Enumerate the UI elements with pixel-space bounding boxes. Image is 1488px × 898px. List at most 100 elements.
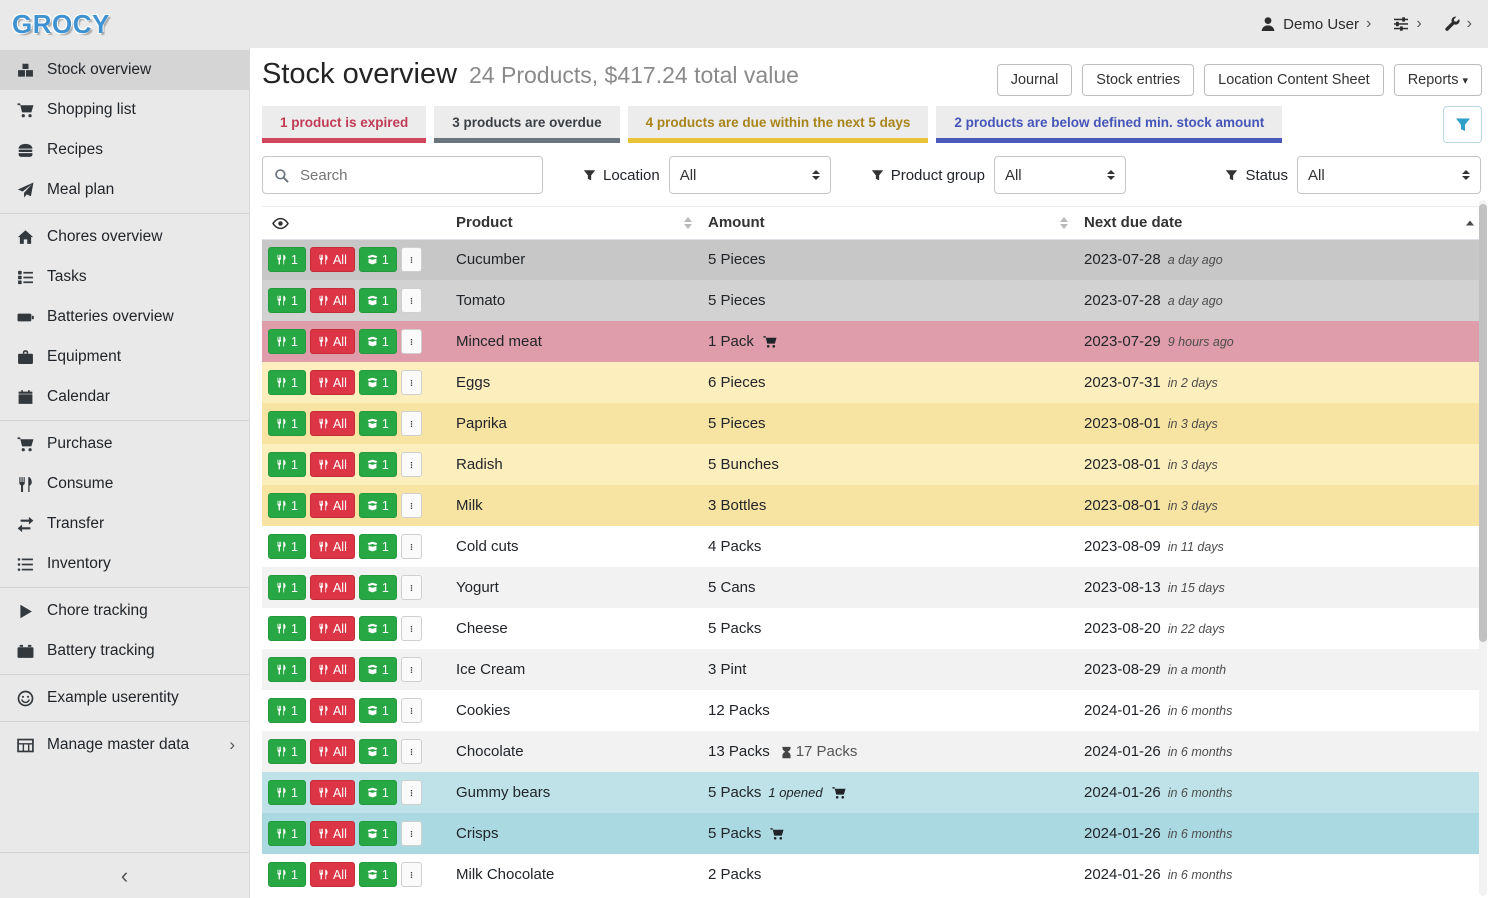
search-input[interactable] xyxy=(298,166,531,185)
open-one-button[interactable]: 1 xyxy=(359,780,397,805)
consume-one-button[interactable]: 1 xyxy=(268,247,306,272)
consume-all-button[interactable]: All xyxy=(310,862,355,887)
row-menu-button[interactable] xyxy=(401,575,422,600)
consume-one-button[interactable]: 1 xyxy=(268,862,306,887)
consume-one-button[interactable]: 1 xyxy=(268,739,306,764)
sidebar-item-battery-tracking[interactable]: Battery tracking › xyxy=(0,631,249,671)
open-one-button[interactable]: 1 xyxy=(359,452,397,477)
location-select[interactable]: All xyxy=(669,156,831,194)
open-one-button[interactable]: 1 xyxy=(359,698,397,723)
sidebar-collapse-button[interactable]: ‹ xyxy=(0,852,249,898)
row-menu-button[interactable] xyxy=(401,534,422,559)
consume-all-button[interactable]: All xyxy=(310,780,355,805)
sidebar-item-manage-master-data[interactable]: Manage master data › xyxy=(0,725,249,765)
consume-all-button[interactable]: All xyxy=(310,452,355,477)
journal-button[interactable]: Journal xyxy=(997,64,1073,96)
consume-all-button[interactable]: All xyxy=(310,493,355,518)
consume-all-button[interactable]: All xyxy=(310,329,355,354)
settings-menu[interactable]: › xyxy=(1393,16,1421,32)
open-one-button[interactable]: 1 xyxy=(359,247,397,272)
consume-one-button[interactable]: 1 xyxy=(268,698,306,723)
status-banner-2-products-are-below-defined-m[interactable]: 2 products are below defined min. stock … xyxy=(936,106,1282,143)
row-menu-button[interactable] xyxy=(401,247,422,272)
sidebar-item-tasks[interactable]: Tasks › xyxy=(0,257,249,297)
consume-one-button[interactable]: 1 xyxy=(268,534,306,559)
consume-all-button[interactable]: All xyxy=(310,534,355,559)
sidebar-item-calendar[interactable]: Calendar › xyxy=(0,377,249,417)
consume-one-button[interactable]: 1 xyxy=(268,821,306,846)
eye-icon[interactable] xyxy=(272,215,289,232)
grocy-logo[interactable]: GROCY xyxy=(12,9,110,40)
consume-all-button[interactable]: All xyxy=(310,657,355,682)
consume-all-button[interactable]: All xyxy=(310,616,355,641)
consume-all-button[interactable]: All xyxy=(310,247,355,272)
reports-button[interactable]: Reports▾ xyxy=(1394,64,1482,96)
user-menu[interactable]: Demo User › xyxy=(1260,16,1371,33)
row-menu-button[interactable] xyxy=(401,616,422,641)
sidebar-item-chore-tracking[interactable]: Chore tracking › xyxy=(0,591,249,631)
sidebar-item-shopping-list[interactable]: Shopping list › xyxy=(0,90,249,130)
sidebar-item-inventory[interactable]: Inventory › xyxy=(0,544,249,584)
sidebar-item-batteries-overview[interactable]: Batteries overview › xyxy=(0,297,249,337)
consume-one-button[interactable]: 1 xyxy=(268,411,306,436)
sidebar-item-recipes[interactable]: Recipes › xyxy=(0,130,249,170)
row-menu-button[interactable] xyxy=(401,821,422,846)
open-one-button[interactable]: 1 xyxy=(359,329,397,354)
row-menu-button[interactable] xyxy=(401,862,422,887)
consume-all-button[interactable]: All xyxy=(310,411,355,436)
open-one-button[interactable]: 1 xyxy=(359,739,397,764)
consume-all-button[interactable]: All xyxy=(310,698,355,723)
open-one-button[interactable]: 1 xyxy=(359,575,397,600)
row-menu-button[interactable] xyxy=(401,739,422,764)
scrollbar-thumb[interactable] xyxy=(1479,204,1487,642)
consume-one-button[interactable]: 1 xyxy=(268,616,306,641)
row-menu-button[interactable] xyxy=(401,493,422,518)
consume-one-button[interactable]: 1 xyxy=(268,370,306,395)
sidebar-item-meal-plan[interactable]: Meal plan › xyxy=(0,170,249,210)
consume-all-button[interactable]: All xyxy=(310,739,355,764)
row-menu-button[interactable] xyxy=(401,329,422,354)
consume-one-button[interactable]: 1 xyxy=(268,493,306,518)
status-banner-1-product-is-expired[interactable]: 1 product is expired xyxy=(262,106,426,143)
sidebar-item-stock-overview[interactable]: Stock overview › xyxy=(0,50,249,90)
consume-all-button[interactable]: All xyxy=(310,575,355,600)
open-one-button[interactable]: 1 xyxy=(359,616,397,641)
due-date-column-header[interactable]: Next due date xyxy=(1076,207,1482,240)
sidebar-item-consume[interactable]: Consume › xyxy=(0,464,249,504)
open-one-button[interactable]: 1 xyxy=(359,370,397,395)
status-banner-4-products-are-due-within-the-[interactable]: 4 products are due within the next 5 day… xyxy=(628,106,929,143)
row-menu-button[interactable] xyxy=(401,452,422,477)
consume-all-button[interactable]: All xyxy=(310,288,355,313)
row-menu-button[interactable] xyxy=(401,288,422,313)
consume-one-button[interactable]: 1 xyxy=(268,288,306,313)
open-one-button[interactable]: 1 xyxy=(359,862,397,887)
open-one-button[interactable]: 1 xyxy=(359,821,397,846)
open-one-button[interactable]: 1 xyxy=(359,411,397,436)
product-group-select[interactable]: All xyxy=(994,156,1126,194)
row-menu-button[interactable] xyxy=(401,698,422,723)
stock-entries-button[interactable]: Stock entries xyxy=(1082,64,1194,96)
consume-one-button[interactable]: 1 xyxy=(268,780,306,805)
row-menu-button[interactable] xyxy=(401,370,422,395)
open-one-button[interactable]: 1 xyxy=(359,288,397,313)
table-filter-button[interactable] xyxy=(1443,106,1482,143)
status-banner-3-products-are-overdue[interactable]: 3 products are overdue xyxy=(434,106,619,143)
sidebar-item-example-userentity[interactable]: Example userentity › xyxy=(0,678,249,718)
admin-menu[interactable]: › xyxy=(1444,16,1472,32)
consume-one-button[interactable]: 1 xyxy=(268,329,306,354)
product-column-header[interactable]: Product xyxy=(448,207,700,240)
consume-one-button[interactable]: 1 xyxy=(268,657,306,682)
row-menu-button[interactable] xyxy=(401,657,422,682)
open-one-button[interactable]: 1 xyxy=(359,534,397,559)
open-one-button[interactable]: 1 xyxy=(359,493,397,518)
location-content-sheet-button[interactable]: Location Content Sheet xyxy=(1204,64,1384,96)
consume-one-button[interactable]: 1 xyxy=(268,575,306,600)
row-menu-button[interactable] xyxy=(401,780,422,805)
amount-column-header[interactable]: Amount xyxy=(700,207,1076,240)
sidebar-item-purchase[interactable]: Purchase › xyxy=(0,424,249,464)
row-menu-button[interactable] xyxy=(401,411,422,436)
status-select[interactable]: All xyxy=(1297,156,1481,194)
sidebar-item-transfer[interactable]: Transfer › xyxy=(0,504,249,544)
consume-all-button[interactable]: All xyxy=(310,370,355,395)
sidebar-item-equipment[interactable]: Equipment › xyxy=(0,337,249,377)
